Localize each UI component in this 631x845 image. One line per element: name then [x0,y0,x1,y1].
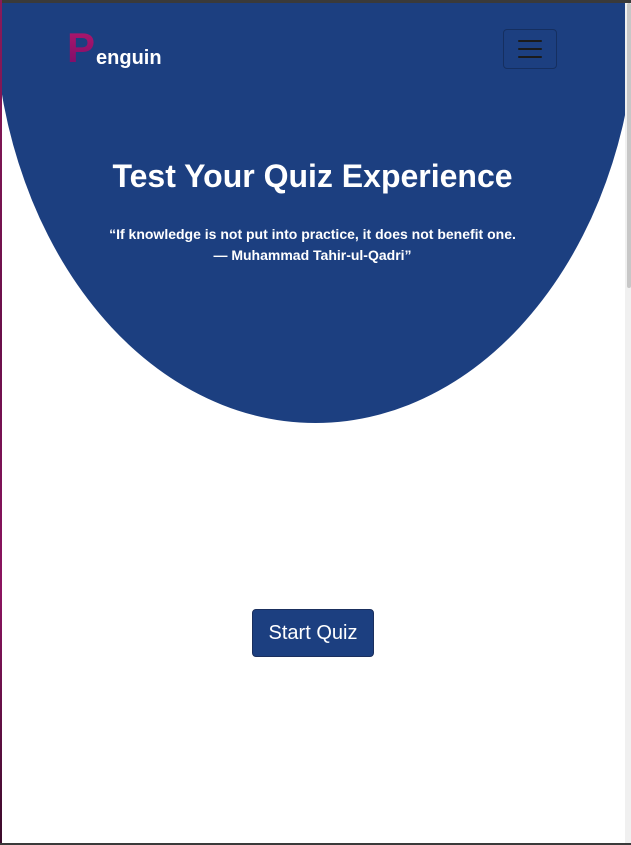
window-top-border [0,0,631,3]
navbar-toggle-button[interactable] [503,29,557,69]
hamburger-icon [518,40,542,58]
quote-text: “If knowledge is not put into practice, … [109,226,516,242]
start-quiz-button[interactable]: Start Quiz [252,609,374,657]
browser-viewport: P enguin Test Your Quiz Experience “If k… [0,0,631,845]
brand-name: enguin [96,47,162,69]
scrollbar-thumb[interactable] [627,3,631,288]
hero-quote: “If knowledge is not put into practice, … [0,224,625,266]
brand-initial: P [67,24,96,71]
window-left-edge [0,0,2,845]
brand-logo[interactable]: P enguin [67,24,162,71]
quote-author: — Muhammad Tahir-ul-Qadri” [213,247,412,263]
page-title: Test Your Quiz Experience [112,158,513,194]
